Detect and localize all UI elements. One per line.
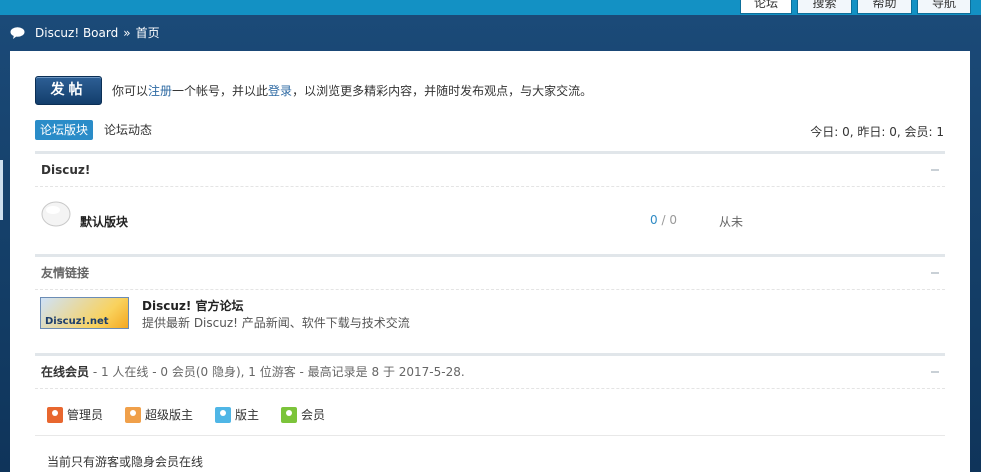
online-summary: - 1 人在线 - 0 会员(0 隐身), 1 位游客 - 最高记录是 8 于 … — [89, 365, 465, 379]
register-link[interactable]: 注册 — [148, 84, 172, 98]
intro-text-2: 一个帐号，并以此 — [172, 84, 269, 98]
legend-label: 管理员 — [67, 408, 104, 422]
forum-thread-count: 0 — [650, 213, 658, 227]
legend-super-moderator: 超级版主 — [125, 406, 193, 423]
member-user-icon — [281, 406, 298, 423]
breadcrumb: Discuz! Board » 首页 — [10, 24, 160, 42]
collapse-icon[interactable] — [931, 169, 939, 171]
category-header: Discuz! — [35, 151, 945, 187]
links-header: 友情链接 — [35, 254, 945, 290]
breadcrumb-home-link[interactable]: Discuz! Board — [35, 24, 118, 42]
user-group-legend: 管理员 超级版主 版主 会员 — [47, 406, 347, 423]
forum-thread-post-count: 0 / 0 — [650, 213, 677, 227]
friend-link-title[interactable]: Discuz! 官方论坛 — [142, 297, 244, 314]
forum-row: 默认版块 0 / 0 从未 — [35, 191, 945, 257]
legend-label: 超级版主 — [145, 408, 194, 422]
logo-text: Discuz!.net — [45, 316, 109, 327]
speech-bubble-icon — [10, 27, 25, 39]
forum-bubble-icon — [41, 201, 71, 227]
intro-text-3: ，以浏览更多精彩内容，并随时发布观点，与大家交流。 — [292, 84, 593, 98]
breadcrumb-current: 首页 — [135, 26, 160, 40]
friend-link-item: Discuz!.net Discuz! 官方论坛 提供最新 Discuz! 产品… — [35, 291, 945, 349]
legend-label: 版主 — [235, 408, 260, 422]
left-edge-accent — [0, 160, 3, 220]
online-legend-row: 管理员 超级版主 版主 会员 — [35, 394, 945, 436]
site-stats: 今日: 0, 昨日: 0, 会员: 1 — [810, 125, 944, 139]
legend-label: 会员 — [301, 408, 326, 422]
category-title: Discuz! — [41, 163, 91, 177]
forum-name-link[interactable]: 默认版块 — [80, 213, 128, 230]
legend-moderator: 版主 — [215, 406, 259, 423]
moderator-user-icon — [215, 406, 232, 423]
legend-member: 会员 — [281, 406, 325, 423]
tab-help[interactable]: 帮助 — [857, 0, 912, 14]
main-panel: 发帖 你可以注册一个帐号，并以此登录，以浏览更多精彩内容，并随时发布观点，与大家… — [10, 51, 970, 472]
breadcrumb-separator: » — [123, 26, 131, 40]
friend-link-description: 提供最新 Discuz! 产品新闻、软件下载与技术交流 — [142, 316, 410, 330]
admin-user-icon — [47, 406, 63, 423]
forum-subtabs: 论坛版块 论坛动态 — [35, 120, 157, 140]
online-note: 当前只有游客或隐身会员在线 — [47, 455, 204, 469]
forum-last-post: 从未 — [719, 215, 744, 229]
tab-forum-sections[interactable]: 论坛版块 — [35, 120, 94, 140]
login-link[interactable]: 登录 — [268, 84, 292, 98]
count-separator: / — [657, 213, 670, 227]
welcome-message: 你可以注册一个帐号，并以此登录，以浏览更多精彩内容，并随时发布观点，与大家交流。 — [112, 82, 592, 99]
top-navigation-bar: 论坛 搜索 帮助 导航 — [0, 0, 981, 15]
intro-text-1: 你可以 — [112, 84, 149, 98]
super-moderator-user-icon — [125, 406, 142, 423]
forum-post-count: 0 — [669, 213, 677, 227]
tab-navigation[interactable]: 导航 — [917, 0, 971, 14]
online-label: 在线会员 — [41, 365, 90, 379]
new-post-button[interactable]: 发帖 — [35, 76, 102, 105]
links-title: 友情链接 — [41, 266, 90, 280]
tab-search[interactable]: 搜索 — [797, 0, 852, 14]
collapse-icon[interactable] — [931, 272, 939, 274]
tab-forum-activity[interactable]: 论坛动态 — [99, 120, 157, 140]
tab-forum[interactable]: 论坛 — [740, 0, 792, 14]
discuz-logo-image[interactable]: Discuz!.net — [40, 297, 129, 329]
online-header: 在线会员 - 1 人在线 - 0 会员(0 隐身), 1 位游客 - 最高记录是… — [35, 353, 945, 389]
legend-admin: 管理员 — [47, 406, 103, 423]
collapse-icon[interactable] — [931, 371, 939, 373]
